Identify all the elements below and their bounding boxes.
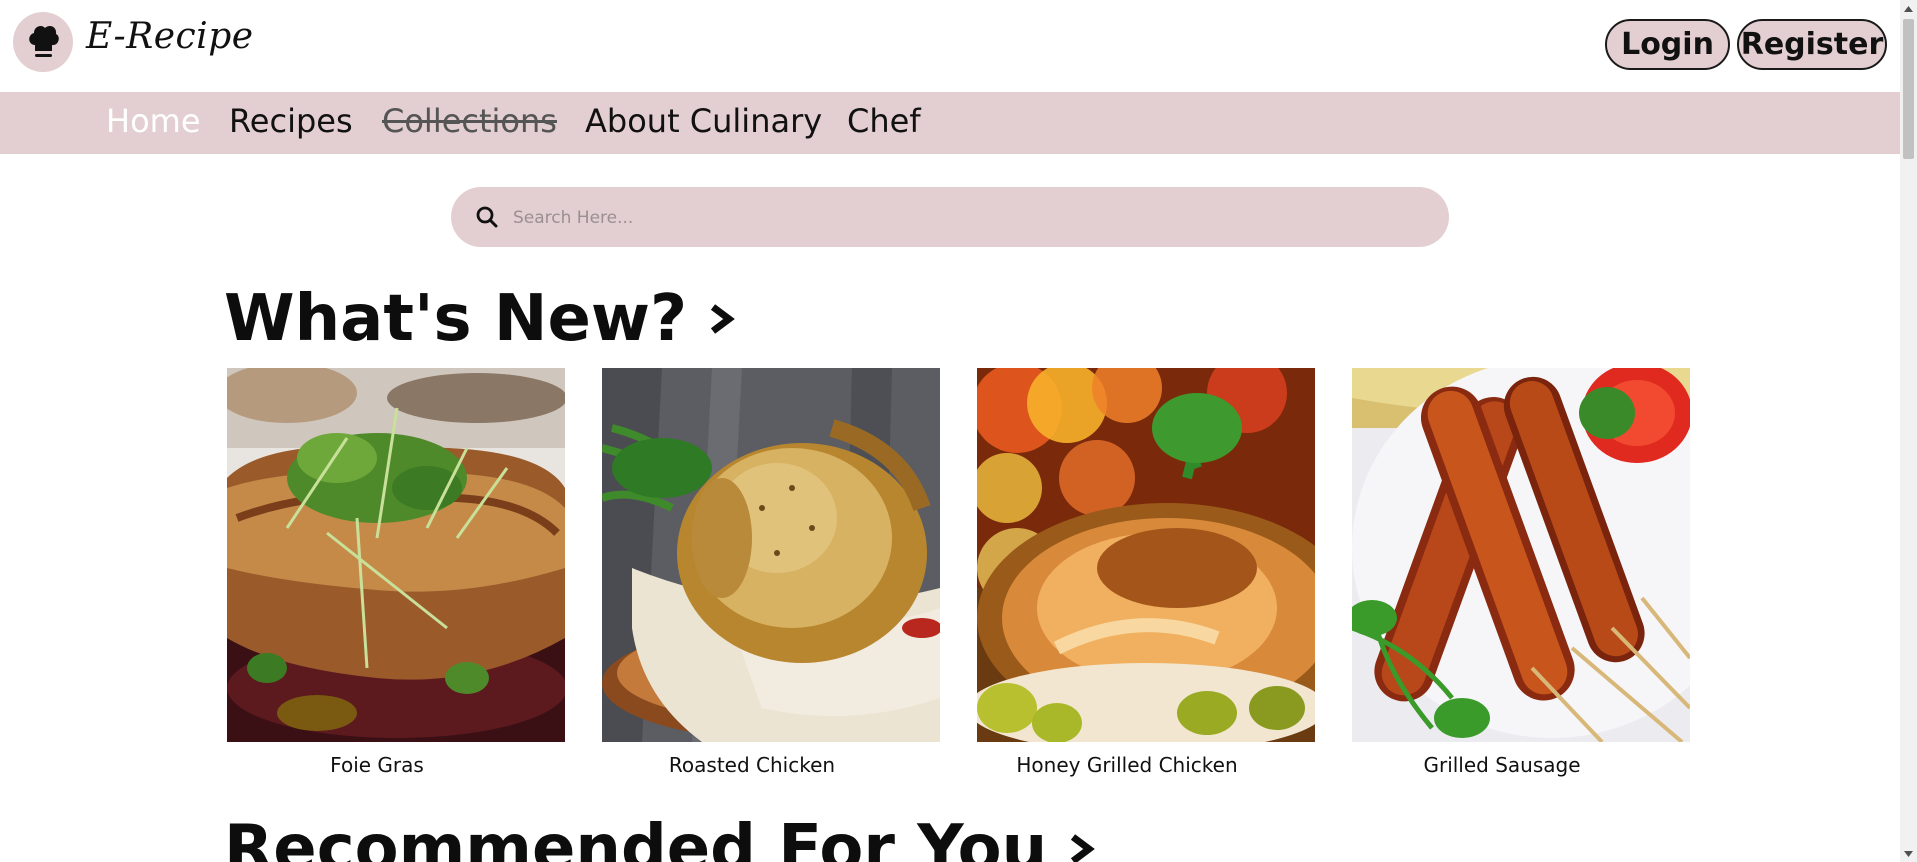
vertical-scrollbar[interactable] <box>1900 0 1917 862</box>
nav-item-recipes[interactable]: Recipes <box>229 102 353 140</box>
header: E-Recipe Login Register <box>0 0 1900 92</box>
scrollbar-thumb[interactable] <box>1903 19 1914 159</box>
page: E-Recipe Login Register Home Recipes Col… <box>0 0 1900 862</box>
chevron-right-icon <box>1071 834 1096 862</box>
brand-name: E-Recipe <box>86 16 254 57</box>
recipe-image[interactable] <box>1352 368 1690 742</box>
search-bar <box>451 187 1449 249</box>
recipe-image[interactable] <box>227 368 565 742</box>
register-button[interactable]: Register <box>1737 19 1887 70</box>
whats-new-title: What's New? <box>224 282 688 356</box>
recipe-name[interactable]: Foie Gras <box>227 753 527 777</box>
chevron-right-icon <box>711 304 735 334</box>
recipe-card-list: Foie Gras Roasted Chicken Honey Grilled … <box>227 368 1692 778</box>
recommended-title: Recommended For You <box>224 812 1048 862</box>
chef-hat-icon <box>29 25 59 57</box>
recipe-image[interactable] <box>977 368 1315 742</box>
scroll-down-arrow-icon[interactable] <box>1900 845 1917 862</box>
recipe-image[interactable] <box>602 368 940 742</box>
recipe-card[interactable]: Honey Grilled Chicken <box>977 368 1315 777</box>
nav-item-collections[interactable]: Collections <box>382 102 557 140</box>
nav-item-home[interactable]: Home <box>106 102 201 140</box>
scroll-up-arrow-icon[interactable] <box>1900 0 1917 17</box>
recipe-card[interactable]: Grilled Sausage <box>1352 368 1690 777</box>
recipe-name[interactable]: Grilled Sausage <box>1352 753 1652 777</box>
login-button[interactable]: Login <box>1605 19 1730 70</box>
recipe-card[interactable]: Roasted Chicken <box>602 368 940 777</box>
recipe-name[interactable]: Honey Grilled Chicken <box>977 753 1277 777</box>
recipe-card[interactable]: Foie Gras <box>227 368 565 777</box>
recipe-name[interactable]: Roasted Chicken <box>602 753 902 777</box>
recommended-heading[interactable]: Recommended For You <box>224 812 1097 862</box>
whats-new-heading[interactable]: What's New? <box>224 282 737 356</box>
nav-item-chef[interactable]: Chef <box>847 102 921 140</box>
search-icon[interactable] <box>475 205 499 229</box>
nav-item-about-culinary[interactable]: About Culinary <box>585 102 822 140</box>
main-nav: Home Recipes Collections About Culinary … <box>0 92 1900 154</box>
search-input[interactable] <box>511 187 1415 249</box>
logo[interactable] <box>13 12 73 72</box>
